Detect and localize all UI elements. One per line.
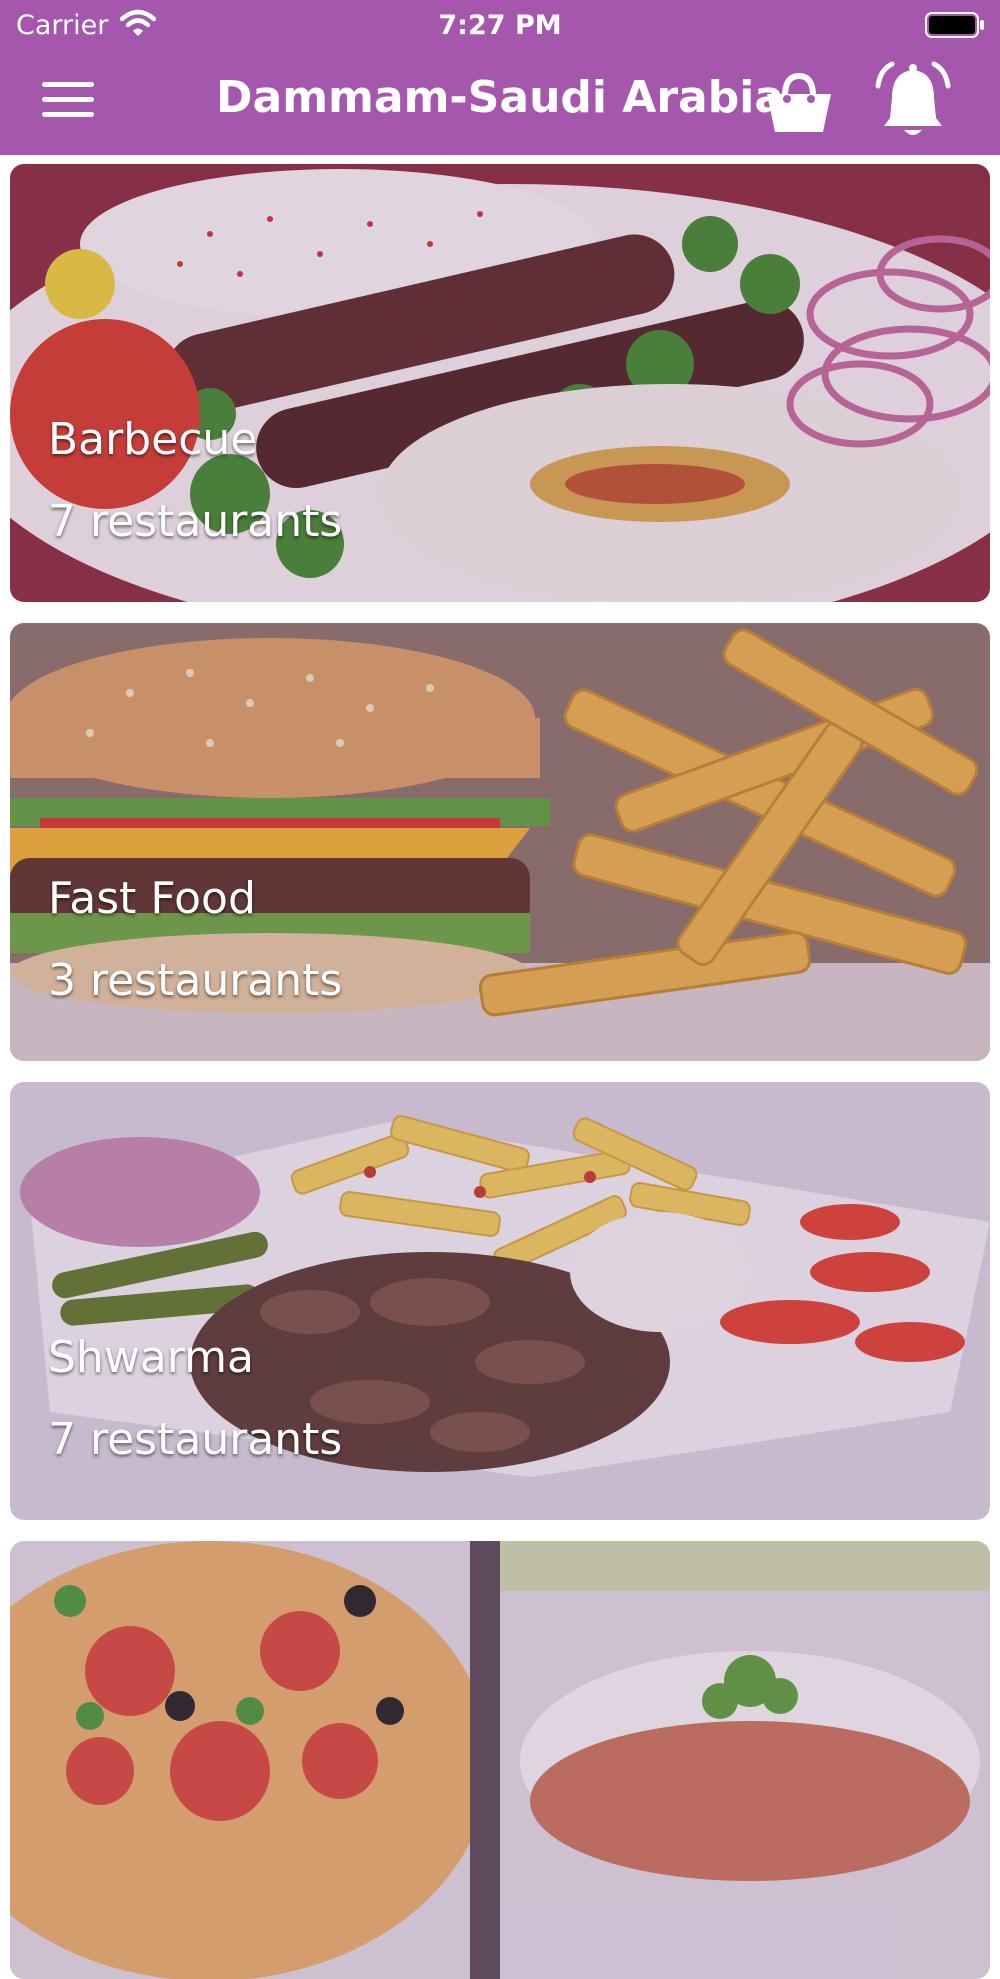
category-name: Fast Food	[48, 873, 256, 924]
battery-icon	[925, 12, 984, 38]
category-card-barbecue[interactable]: Barbecue 7 restaurants	[10, 164, 990, 602]
category-card-shwarma[interactable]: Shwarma 7 restaurants	[10, 1082, 990, 1520]
restaurant-count: 3 restaurants	[48, 955, 343, 1006]
notification-bell-icon[interactable]	[872, 60, 954, 142]
card-overlay	[10, 1541, 990, 1979]
restaurant-count: 7 restaurants	[48, 496, 343, 547]
app-header: Carrier 7:27 PM Dammam-Saudi Arabia	[0, 0, 1000, 155]
clock: 7:27 PM	[438, 10, 562, 41]
category-name: Barbecue	[48, 414, 258, 465]
status-bar: Carrier 7:27 PM	[0, 0, 1000, 50]
page-title: Dammam-Saudi Arabia	[215, 72, 785, 123]
category-card-fast-food[interactable]: Fast Food 3 restaurants	[10, 623, 990, 1061]
category-card-4[interactable]	[10, 1541, 990, 1979]
shopping-basket-icon[interactable]	[765, 72, 833, 134]
category-name: Shwarma	[48, 1332, 254, 1383]
restaurant-count: 7 restaurants	[48, 1414, 343, 1465]
